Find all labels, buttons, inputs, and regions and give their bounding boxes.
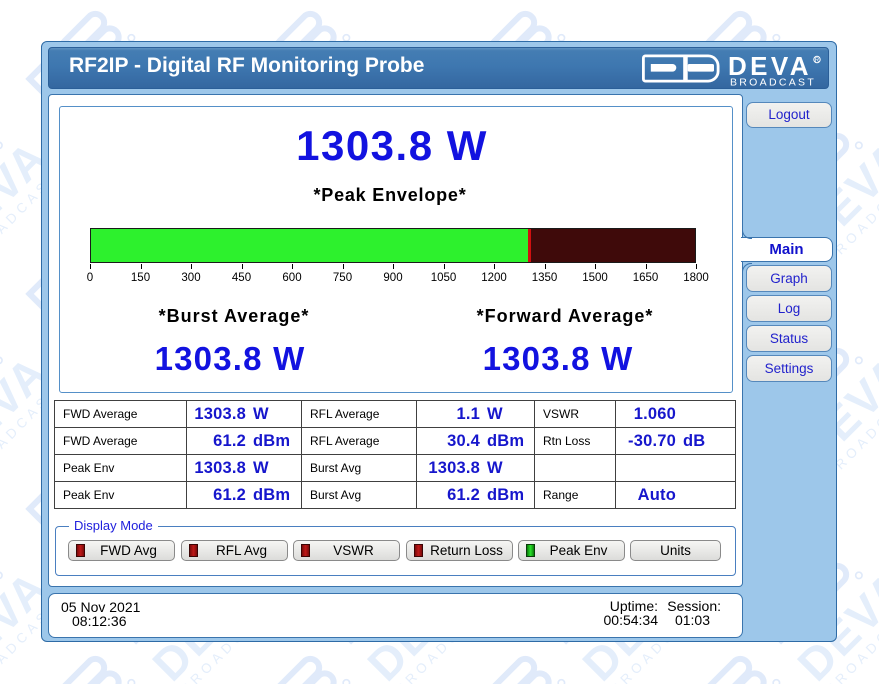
svg-text:BROADCAST: BROADCAST — [730, 76, 816, 88]
svg-text:R: R — [815, 58, 820, 64]
